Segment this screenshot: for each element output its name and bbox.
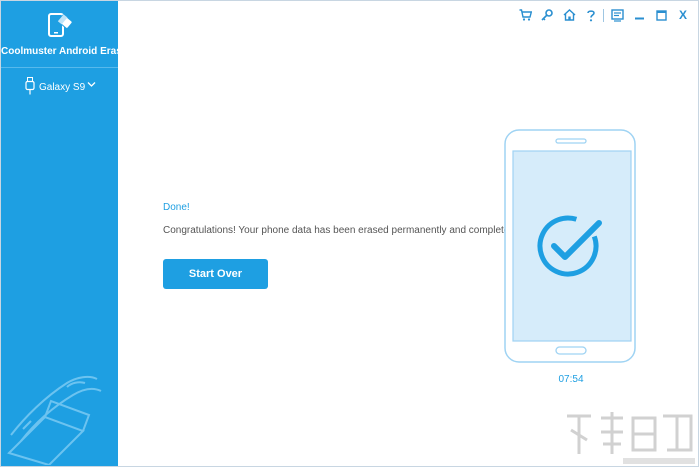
close-button[interactable]: X	[675, 6, 691, 24]
chevron-down-icon[interactable]	[87, 81, 96, 88]
cart-icon	[519, 9, 532, 21]
sidebar-divider	[1, 67, 118, 68]
help-button[interactable]	[583, 6, 599, 24]
app-branding: Coolmuster Android Eraser	[1, 1, 132, 67]
sidebar: Coolmuster Android Eraser Galaxy S9	[1, 1, 132, 466]
maximize-icon	[655, 9, 667, 21]
device-name: Galaxy S9	[39, 82, 86, 93]
start-over-button[interactable]: Start Over	[163, 259, 268, 289]
feedback-icon	[610, 8, 624, 22]
feedback-button[interactable]	[609, 6, 625, 24]
minimize-icon	[634, 17, 644, 19]
eraser-illustration-icon	[7, 375, 102, 465]
titlebar-separator	[603, 9, 604, 22]
elapsed-time: 07:54	[558, 374, 584, 385]
titlebar-controls: X	[513, 6, 695, 24]
cart-button[interactable]	[517, 6, 533, 24]
app-title: Coolmuster Android Eraser	[1, 46, 132, 57]
phone-illustration	[504, 129, 636, 363]
maximize-button[interactable]	[653, 6, 669, 24]
help-icon	[587, 9, 595, 21]
status-title: Done!	[163, 202, 190, 213]
register-button[interactable]	[539, 6, 555, 24]
app-window: Coolmuster Android Eraser Galaxy S9 X Do…	[0, 0, 699, 467]
device-selector[interactable]: Galaxy S9	[1, 73, 118, 101]
close-icon: X	[678, 8, 687, 22]
usb-icon	[25, 77, 35, 95]
minimize-button[interactable]	[631, 6, 647, 24]
site-watermark-icon	[567, 412, 695, 464]
eraser-logo-icon	[48, 13, 73, 37]
home-button[interactable]	[561, 6, 577, 24]
home-icon	[563, 9, 575, 21]
key-icon	[541, 9, 553, 21]
status-message: Congratulations! Your phone data has bee…	[163, 225, 519, 236]
